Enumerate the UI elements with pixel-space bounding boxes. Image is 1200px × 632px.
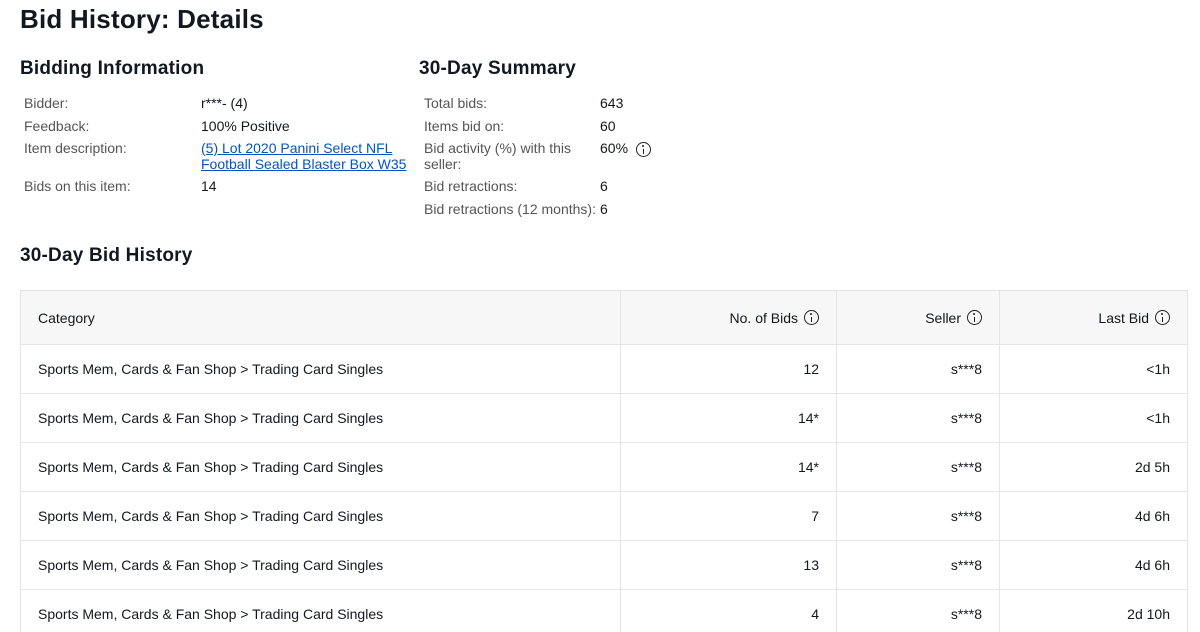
num-bids-cell: 13 — [620, 540, 837, 590]
num-bids-cell: 14* — [620, 442, 837, 492]
num-bids-column-header: No. of Bids — [620, 290, 837, 345]
bidding-information-grid: Bidder: r***- (4) Feedback: 100% Positiv… — [24, 94, 406, 204]
last-bid-column-header: Last Bid — [999, 290, 1188, 345]
seller-info-icon[interactable] — [967, 310, 982, 325]
category-cell: Sports Mem, Cards & Fan Shop > Trading C… — [20, 442, 621, 492]
num-bids-info-icon[interactable] — [804, 310, 819, 325]
bid-retractions-12m-label: Bid retractions (12 months): — [424, 201, 596, 217]
bid-history-page: Bid History: Details Bidding Information… — [0, 0, 1200, 632]
seller-header-label: Seller — [925, 309, 961, 326]
seller-cell: s***8 — [836, 344, 1000, 394]
num-bids-header-label: No. of Bids — [729, 309, 798, 326]
table-row: Sports Mem, Cards & Fan Shop > Trading C… — [20, 491, 1188, 541]
items-bid-on-value: 60 — [600, 118, 616, 134]
category-cell: Sports Mem, Cards & Fan Shop > Trading C… — [20, 393, 621, 443]
bidder-value: r***- (4) — [201, 95, 248, 111]
seller-cell: s***8 — [836, 540, 1000, 590]
last-bid-cell: <1h — [999, 344, 1188, 394]
last-bid-header-label: Last Bid — [1098, 309, 1149, 326]
feedback-value: 100% Positive — [201, 118, 290, 134]
last-bid-cell: 4d 6h — [999, 491, 1188, 541]
num-bids-cell: 7 — [620, 491, 837, 541]
table-row: Sports Mem, Cards & Fan Shop > Trading C… — [20, 589, 1188, 632]
last-bid-cell: 2d 10h — [999, 589, 1188, 632]
seller-cell: s***8 — [836, 491, 1000, 541]
table-row: Sports Mem, Cards & Fan Shop > Trading C… — [20, 393, 1188, 443]
last-bid-cell: 2d 5h — [999, 442, 1188, 492]
item-description-label: Item description: — [24, 140, 127, 156]
category-column-header: Category — [20, 290, 621, 345]
item-description-value: (5) Lot 2020 Panini Select NFL Football S… — [201, 140, 406, 172]
num-bids-cell: 4 — [620, 589, 837, 632]
category-cell: Sports Mem, Cards & Fan Shop > Trading C… — [20, 344, 621, 394]
table-row: Sports Mem, Cards & Fan Shop > Trading C… — [20, 540, 1188, 590]
page-title: Bid History: Details — [20, 4, 264, 34]
num-bids-cell: 14* — [620, 393, 837, 443]
bid-retractions-12m-value: 6 — [600, 201, 608, 217]
table-row: Sports Mem, Cards & Fan Shop > Trading C… — [20, 442, 1188, 492]
last-bid-cell: <1h — [999, 393, 1188, 443]
summary-title: 30-Day Summary — [419, 58, 576, 79]
item-description-link[interactable]: (5) Lot 2020 Panini Select NFL Football S… — [201, 140, 406, 172]
item-description-line2: Football Sealed Blaster Box W35 — [201, 156, 407, 172]
num-bids-cell: 12 — [620, 344, 837, 394]
bid-activity-info-icon[interactable] — [636, 142, 651, 157]
bidder-label: Bidder: — [24, 95, 69, 111]
bids-on-item-label: Bids on this item: — [24, 178, 131, 194]
item-description-line1: (5) Lot 2020 Panini Select NFL — [201, 140, 393, 156]
seller-cell: s***8 — [836, 393, 1000, 443]
seller-column-header: Seller — [836, 290, 1000, 345]
category-cell: Sports Mem, Cards & Fan Shop > Trading C… — [20, 589, 621, 632]
category-cell: Sports Mem, Cards & Fan Shop > Trading C… — [20, 540, 621, 590]
bid-activity-value: 60% — [600, 140, 629, 156]
last-bid-info-icon[interactable] — [1155, 310, 1170, 325]
summary-grid: Total bids: 643 Items bid on: 60 Bid act… — [424, 94, 744, 224]
bidding-information-title: Bidding Information — [20, 58, 205, 79]
total-bids-value: 643 — [600, 95, 624, 111]
category-cell: Sports Mem, Cards & Fan Shop > Trading C… — [20, 491, 621, 541]
bid-activity-label-line1: Bid activity (%) with this — [424, 140, 572, 156]
feedback-label: Feedback: — [24, 118, 90, 134]
table-row: Sports Mem, Cards & Fan Shop > Trading C… — [20, 344, 1188, 394]
table-header-row: Category No. of Bids Seller Last Bid — [20, 290, 1188, 345]
bid-retractions-value: 6 — [600, 178, 608, 194]
seller-cell: s***8 — [836, 589, 1000, 632]
bid-history-table: Category No. of Bids Seller Last Bid Spo… — [20, 290, 1188, 632]
seller-cell: s***8 — [836, 442, 1000, 492]
last-bid-cell: 4d 6h — [999, 540, 1188, 590]
bid-history-title: 30-Day Bid History — [20, 245, 193, 266]
category-header-label: Category — [38, 309, 95, 326]
items-bid-on-label: Items bid on: — [424, 118, 505, 134]
total-bids-label: Total bids: — [424, 95, 488, 111]
bids-on-item-value: 14 — [201, 178, 217, 194]
bid-activity-label: Bid activity (%) with this seller: — [424, 140, 571, 172]
bid-activity-label-line2: seller: — [424, 156, 462, 172]
bid-retractions-label: Bid retractions: — [424, 178, 518, 194]
